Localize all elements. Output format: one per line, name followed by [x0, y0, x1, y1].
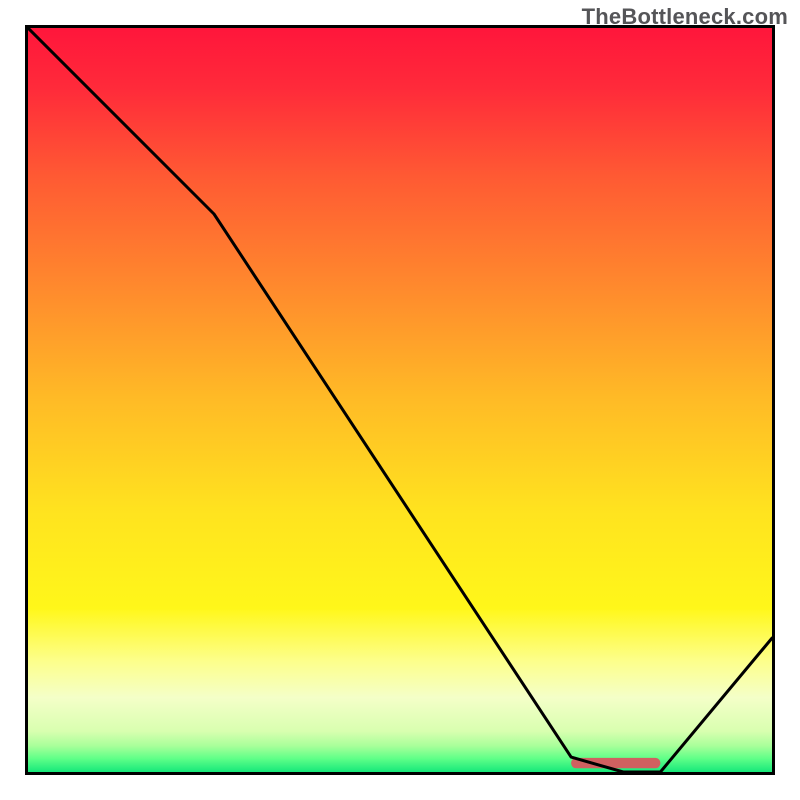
- chart-container: TheBottleneck.com: [0, 0, 800, 800]
- watermark-text: TheBottleneck.com: [582, 4, 788, 30]
- chart-svg: [28, 28, 772, 772]
- plot-frame: [25, 25, 775, 775]
